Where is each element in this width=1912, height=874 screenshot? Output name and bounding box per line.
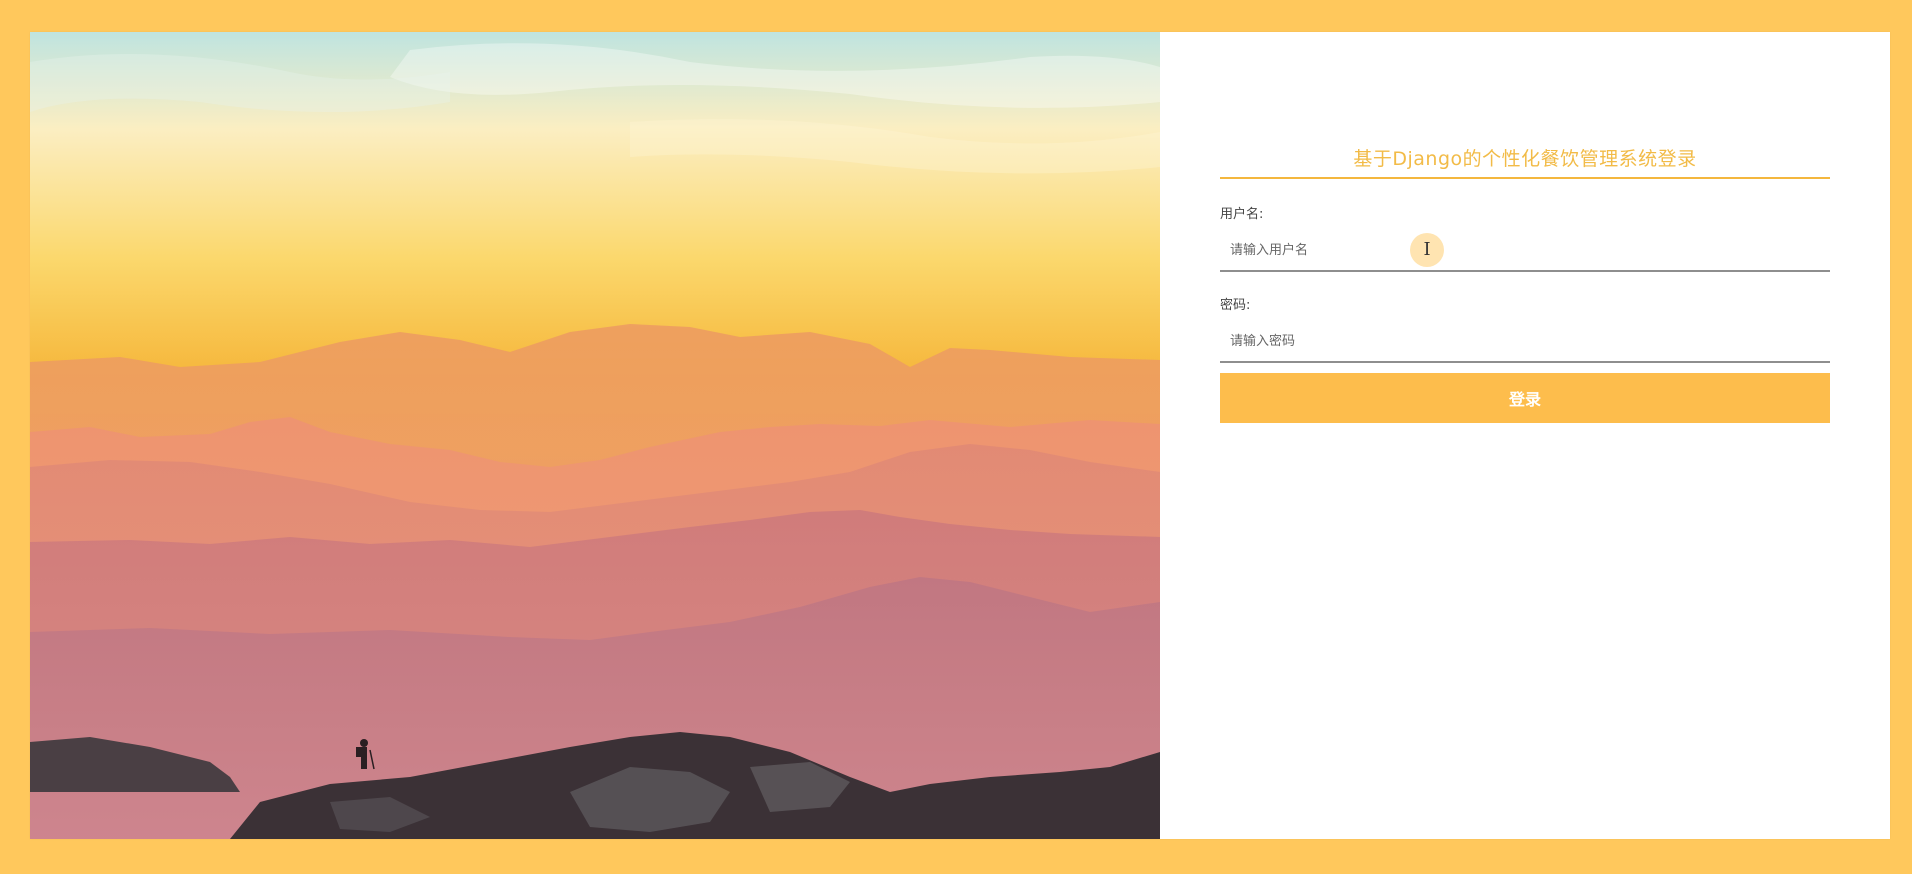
username-field-row: I [1220, 232, 1830, 272]
login-title: 基于Django的个性化餐饮管理系统登录 [1220, 144, 1830, 179]
ibeam-glyph: I [1423, 239, 1431, 260]
password-label: 密码: [1220, 298, 1251, 313]
username-label: 用户名: [1220, 207, 1264, 222]
landscape-photo [30, 32, 1160, 839]
login-button[interactable]: 登录 [1220, 373, 1830, 423]
password-field-row [1220, 323, 1830, 363]
login-panel: 基于Django的个性化餐饮管理系统登录 用户名: I 密码: 登录 [1160, 32, 1890, 839]
login-page: 基于Django的个性化餐饮管理系统登录 用户名: I 密码: 登录 [30, 32, 1890, 839]
password-input[interactable] [1220, 323, 1830, 359]
username-input[interactable] [1220, 232, 1830, 268]
text-cursor-icon: I [1410, 233, 1444, 267]
landscape-illustration [30, 32, 1160, 839]
login-form: 基于Django的个性化餐饮管理系统登录 用户名: I 密码: 登录 [1220, 144, 1830, 423]
